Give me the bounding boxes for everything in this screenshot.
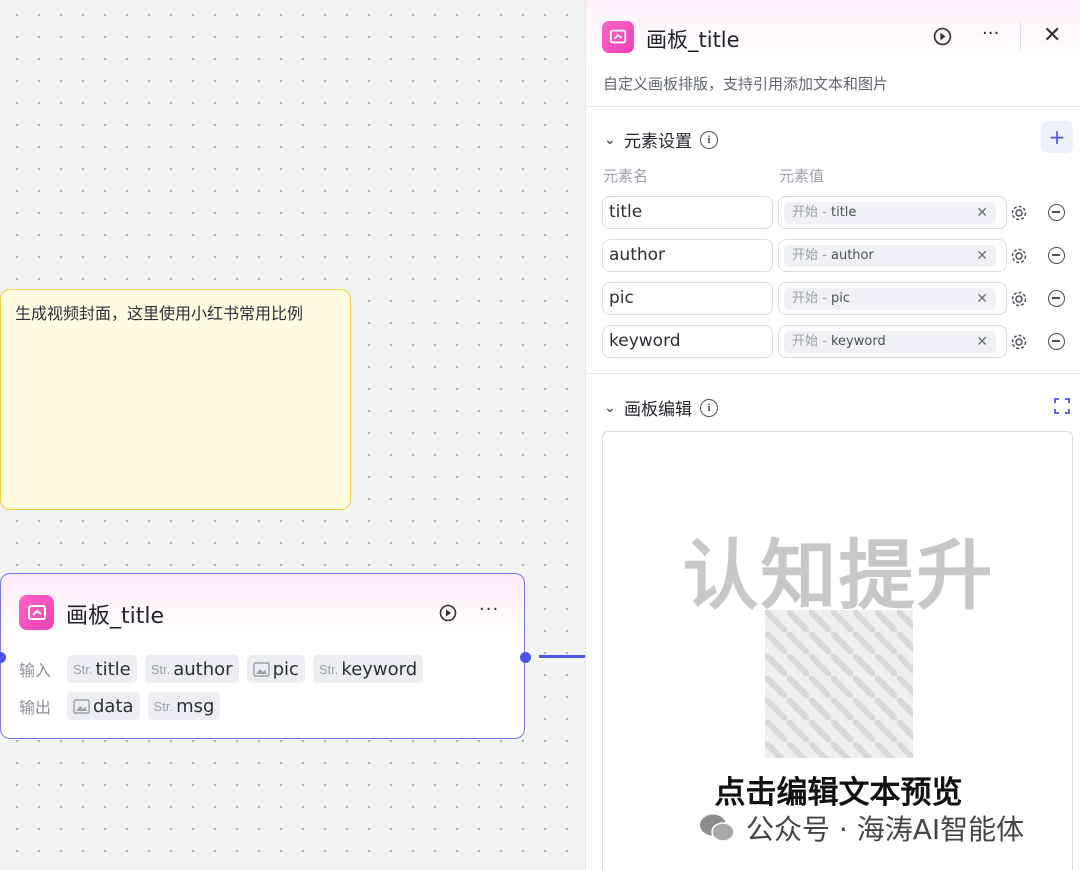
section-divider: [586, 373, 1080, 374]
board-node-icon: [19, 595, 54, 630]
remove-element-icon[interactable]: [1048, 333, 1065, 350]
more-icon[interactable]: ···: [982, 25, 999, 43]
connection-edge[interactable]: [539, 655, 585, 658]
chevron-down-icon[interactable]: ⌄: [604, 400, 616, 416]
wechat-icon: [700, 814, 735, 842]
column-header-name: 元素名: [603, 167, 649, 185]
input-tag-author: Str. author: [144, 655, 239, 683]
node-more-icon[interactable]: ···: [479, 601, 499, 619]
element-name-input[interactable]: title: [602, 196, 773, 229]
element-value-input[interactable]: 开始 - pic ✕: [778, 282, 1007, 315]
image-icon: [252, 661, 270, 677]
info-icon[interactable]: i: [700, 398, 718, 417]
header-divider: [1020, 22, 1021, 50]
output-label: 输出: [19, 698, 52, 717]
note-text: 生成视频封面，这里使用小红书常用比例: [15, 304, 304, 323]
watermark: 公众号 · 海涛AI智能体: [698, 808, 1024, 848]
remove-reference-icon[interactable]: ✕: [976, 331, 988, 353]
board-section-header[interactable]: ⌄ 画板编辑 i: [604, 395, 718, 420]
element-value-input[interactable]: 开始 - keyword ✕: [778, 325, 1007, 358]
section-title: 画板编辑: [624, 400, 692, 420]
input-tag-keyword: Str. keyword: [312, 655, 424, 683]
element-row: author 开始 - author ✕: [602, 239, 1072, 273]
element-name-input[interactable]: keyword: [602, 325, 773, 358]
section-title: 元素设置: [624, 132, 692, 152]
output-port[interactable]: [520, 652, 531, 663]
test-run-icon[interactable]: [933, 27, 952, 46]
element-row: pic 开始 - pic ✕: [602, 282, 1072, 316]
panel-header: 画板_title ··· ✕ 自定义画板排版，支持引用添加文本和图片: [586, 0, 1080, 107]
node-inputs-row: 输入 Str. title Str. author pic Str. keyword: [19, 655, 424, 683]
output-tag-msg: Str. msg: [147, 692, 221, 720]
comment-note[interactable]: 生成视频封面，这里使用小红书常用比例: [0, 289, 351, 510]
board-icon: [602, 21, 634, 53]
remove-element-icon[interactable]: [1048, 247, 1065, 264]
output-tag-data: data: [67, 692, 140, 720]
input-port[interactable]: [0, 652, 6, 663]
elements-section-header[interactable]: ⌄ 元素设置 i: [604, 127, 718, 152]
remove-reference-icon[interactable]: ✕: [976, 245, 988, 267]
image-placeholder[interactable]: [765, 610, 913, 758]
remove-reference-icon[interactable]: ✕: [976, 202, 988, 224]
element-name-input[interactable]: pic: [602, 282, 773, 315]
node-title: 画板_title: [66, 604, 165, 629]
preview-title-text[interactable]: 认知提升: [603, 514, 1072, 624]
gear-icon[interactable]: [1010, 247, 1028, 265]
image-icon: [73, 698, 90, 714]
element-value-input[interactable]: 开始 - author ✕: [778, 239, 1007, 272]
panel-title[interactable]: 画板_title: [646, 24, 740, 54]
watermark-text: 公众号 · 海涛AI智能体: [746, 813, 1025, 846]
element-value-input[interactable]: 开始 - title ✕: [778, 196, 1007, 229]
board-preview[interactable]: 认知提升 点击编辑文本预览: [602, 431, 1073, 870]
remove-reference-icon[interactable]: ✕: [976, 288, 988, 310]
info-icon[interactable]: i: [700, 130, 718, 149]
variable-reference-chip: 开始 - keyword ✕: [784, 331, 996, 353]
close-icon[interactable]: ✕: [1043, 25, 1061, 47]
input-tag-pic: pic: [246, 655, 305, 683]
run-node-icon[interactable]: [439, 604, 457, 622]
add-element-button[interactable]: +: [1041, 121, 1073, 153]
gear-icon[interactable]: [1010, 333, 1028, 351]
variable-reference-chip: 开始 - title ✕: [784, 202, 996, 224]
chevron-down-icon[interactable]: ⌄: [604, 132, 616, 148]
variable-reference-chip: 开始 - author ✕: [784, 245, 996, 267]
element-row: title 开始 - title ✕: [602, 196, 1072, 230]
variable-reference-chip: 开始 - pic ✕: [784, 288, 996, 310]
gear-icon[interactable]: [1010, 204, 1028, 222]
input-label: 输入: [19, 661, 52, 680]
canvas-node-board[interactable]: 画板_title ··· 输入 Str. title Str. author pic…: [0, 573, 531, 739]
gear-icon[interactable]: [1010, 290, 1028, 308]
remove-element-icon[interactable]: [1048, 290, 1065, 307]
workflow-canvas[interactable]: 生成视频封面，这里使用小红书常用比例 画板_title ··· 输入 Str. t…: [0, 0, 585, 870]
element-row: keyword 开始 - keyword ✕: [602, 325, 1072, 359]
element-name-input[interactable]: author: [602, 239, 773, 272]
node-outputs-row: 输出 data Str. msg: [19, 692, 221, 720]
input-tag-title: Str. title: [67, 655, 137, 683]
column-header-value: 元素值: [779, 167, 825, 185]
remove-element-icon[interactable]: [1048, 204, 1065, 221]
preview-caption-text[interactable]: 点击编辑文本预览: [603, 767, 1072, 812]
expand-icon[interactable]: [1053, 397, 1071, 415]
panel-description[interactable]: 自定义画板排版，支持引用添加文本和图片: [603, 73, 888, 94]
node-settings-panel: 画板_title ··· ✕ 自定义画板排版，支持引用添加文本和图片 ⌄ 元素设…: [585, 0, 1080, 870]
